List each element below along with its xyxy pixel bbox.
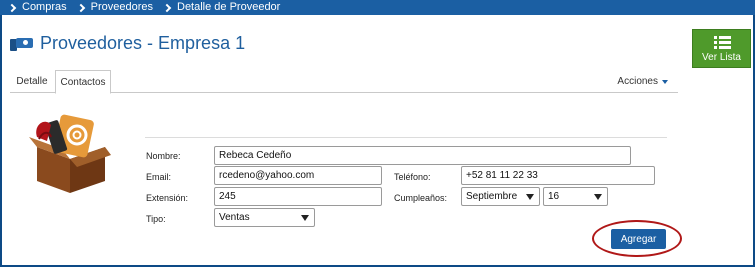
email-field[interactable]: rcedeno@yahoo.com [214,166,382,185]
birthday-day-value: 16 [548,191,560,202]
divider [145,137,667,138]
telefono-field[interactable]: +52 81 11 22 33 [461,166,655,185]
actions-menu-label: Acciones [617,76,658,87]
breadcrumb: Compras Proveedores Detalle de Proveedor [0,0,755,15]
highlight-circle [592,220,682,257]
cumpleanos-label: Cumpleaños: [394,193,448,203]
caret-down-icon [662,79,668,84]
chevron-right-icon [162,3,172,12]
page-header: Proveedores - Empresa 1 [10,33,245,54]
extension-label: Extensión: [146,193,189,203]
email-label: Email: [146,172,172,182]
chevron-right-icon [76,3,85,12]
chevron-down-icon [526,194,534,200]
tab-detalle[interactable]: Detalle [10,70,54,93]
breadcrumb-label[interactable]: Compras [22,0,67,15]
telefono-label: Teléfono: [394,172,431,182]
nombre-label: Nombre: [146,151,181,161]
handshake-icon [10,35,34,53]
tipo-select[interactable]: Ventas [214,208,315,227]
nombre-field[interactable]: Rebeca Cedeño [214,146,631,165]
actions-menu[interactable]: Acciones [617,76,668,87]
chevron-down-icon [301,215,309,221]
birthday-month-select[interactable]: Septiembre [461,187,540,206]
page-title: Proveedores - Empresa 1 [40,33,246,53]
breadcrumb-label: Detalle de Proveedor [177,1,281,13]
chevron-down-icon [594,194,602,200]
breadcrumb-item-detalle: Detalle de Proveedor [161,0,280,15]
view-list-button[interactable]: Ver Lista [692,29,751,68]
breadcrumb-item-proveedores[interactable]: Proveedores [75,0,153,15]
contact-box-icon [29,114,111,193]
breadcrumb-label[interactable]: Proveedores [91,0,153,15]
tab-bar: Detalle Contactos Acciones [10,68,678,94]
birthday-day-select[interactable]: 16 [543,187,608,206]
list-icon [714,36,731,49]
tipo-value: Ventas [219,212,250,223]
chevron-right-icon [7,3,17,12]
breadcrumb-item-compras[interactable]: Compras [6,0,67,15]
extension-field[interactable]: 245 [214,187,382,206]
birthday-month-value: Septiembre [466,191,518,202]
view-list-label: Ver Lista [702,52,741,63]
tab-contactos[interactable]: Contactos [55,70,111,94]
tipo-label: Tipo: [146,214,166,224]
